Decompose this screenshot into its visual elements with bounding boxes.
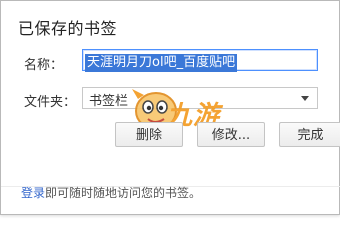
delete-button[interactable]: 删除 bbox=[115, 122, 183, 147]
name-label: 名称： bbox=[24, 58, 64, 73]
folder-label: 文件夹： bbox=[24, 95, 77, 110]
name-input[interactable]: 天涯明月刀ol吧_百度贴吧 bbox=[82, 49, 318, 72]
edit-button[interactable]: 修改... bbox=[197, 122, 265, 147]
signin-link[interactable]: 登录 bbox=[21, 186, 45, 200]
done-button[interactable]: 完成 bbox=[279, 122, 340, 147]
footer-text: 即可随时随地访问您的书签。 bbox=[45, 186, 202, 200]
folder-select-value[interactable]: 书签栏 bbox=[89, 90, 128, 109]
footer-message: 登录即可随时随地访问您的书签。 bbox=[21, 184, 201, 201]
name-input-value[interactable]: 天涯明月刀ol吧_百度贴吧 bbox=[85, 54, 238, 72]
chevron-down-icon[interactable] bbox=[301, 96, 309, 101]
dialog-title: 已保存的书签 bbox=[18, 19, 118, 38]
bookmark-dialog: 已保存的书签 名称： 天涯明月刀ol吧_百度贴吧 文件夹： 书签栏 九游 删除 … bbox=[0, 0, 340, 215]
